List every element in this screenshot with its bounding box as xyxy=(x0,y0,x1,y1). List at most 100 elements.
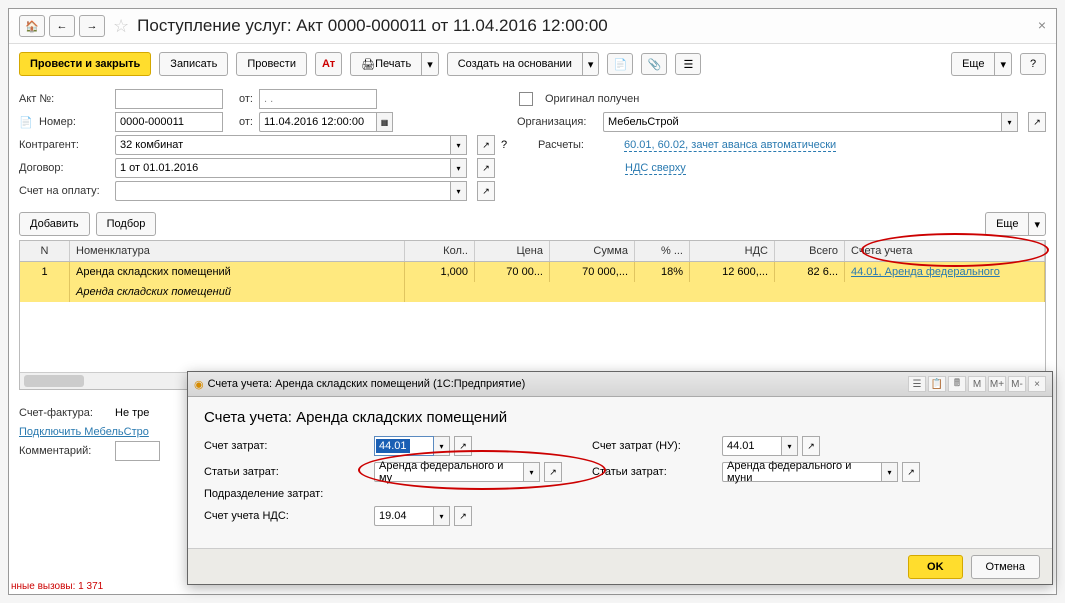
contragent-input[interactable]: 32 комбинат xyxy=(115,135,451,155)
toolbar: Провести и закрыть Записать Провести Ат … xyxy=(9,44,1056,84)
invoice-input[interactable] xyxy=(115,181,451,201)
akt-no-input[interactable] xyxy=(115,89,223,109)
modal-icon-3[interactable]: 🖩 xyxy=(948,376,966,392)
page-title: Поступление услуг: Акт 0000-000011 от 11… xyxy=(137,16,608,36)
nds-link[interactable]: НДС сверху xyxy=(625,162,686,175)
structure-icon[interactable]: 📄 xyxy=(607,53,633,75)
col-quantity[interactable]: Кол.. xyxy=(405,241,475,261)
modal-header: Счета учета: Аренда складских помещений xyxy=(204,409,1036,426)
number-label: Номер: xyxy=(39,116,109,128)
contragent-open[interactable]: ↗ xyxy=(477,135,495,155)
org-dropdown[interactable]: ▾ xyxy=(1002,112,1018,132)
list-icon[interactable]: ☰ xyxy=(675,53,701,75)
sf-value: Не тре xyxy=(115,407,149,419)
create-based-dropdown[interactable]: ▾ xyxy=(582,52,600,76)
org-open-button[interactable]: ↗ xyxy=(1028,112,1046,132)
modal-m-minus[interactable]: M- xyxy=(1008,376,1026,392)
help-button[interactable]: ? xyxy=(1020,53,1046,75)
more-button[interactable]: Еще xyxy=(951,52,994,76)
invoice-label: Счет на оплату: xyxy=(19,185,109,197)
col-nomenclature[interactable]: Номенклатура xyxy=(70,241,405,261)
col-nds[interactable]: НДС xyxy=(690,241,775,261)
contract-input[interactable]: 1 от 01.01.2016 xyxy=(115,158,451,178)
cost-acct-nu-dropdown[interactable]: ▾ xyxy=(782,436,798,456)
nds-acct-input[interactable]: 19.04 xyxy=(374,506,434,526)
invoice-dropdown[interactable]: ▾ xyxy=(451,181,467,201)
cost-items-label2: Статьи затрат: xyxy=(592,466,722,478)
modal-footer: OK Отмена xyxy=(188,548,1052,584)
calc-label: Расчеты: xyxy=(538,139,618,151)
cost-items-input2[interactable]: Аренда федерального и муни xyxy=(722,462,882,482)
nds-acct-label: Счет учета НДС: xyxy=(204,510,374,522)
akt-no-label: Акт №: xyxy=(19,93,109,105)
col-total[interactable]: Всего xyxy=(775,241,845,261)
col-sum[interactable]: Сумма xyxy=(550,241,635,261)
sf-label: Счет-фактура: xyxy=(19,407,109,419)
table-row[interactable]: 1 Аренда складских помещений 1,000 70 00… xyxy=(20,262,1045,282)
akt-date-input[interactable]: . . xyxy=(259,89,377,109)
nds-acct-open[interactable]: ↗ xyxy=(454,506,472,526)
cost-acct-nu-input[interactable]: 44.01 xyxy=(722,436,782,456)
titlebar: 🏠 ← → ☆ Поступление услуг: Акт 0000-0000… xyxy=(9,9,1056,44)
col-pct[interactable]: % ... xyxy=(635,241,690,261)
contract-dropdown[interactable]: ▾ xyxy=(451,158,467,178)
cost-items-dropdown2[interactable]: ▾ xyxy=(882,462,898,482)
contragent-label: Контрагент: xyxy=(19,139,109,151)
cost-acct-label: Счет затрат: xyxy=(204,440,374,452)
cost-acct-nu-label: Счет затрат (НУ): xyxy=(592,440,722,452)
org-label: Организация: xyxy=(517,116,597,128)
main-window: 🏠 ← → ☆ Поступление услуг: Акт 0000-0000… xyxy=(8,8,1057,595)
date-from-label: от: xyxy=(239,116,253,128)
modal-m[interactable]: M xyxy=(968,376,986,392)
modal-m-plus[interactable]: M+ xyxy=(988,376,1006,392)
original-checkbox[interactable] xyxy=(519,92,533,106)
post-and-close-button[interactable]: Провести и закрыть xyxy=(19,52,151,76)
info-icon[interactable]: ? xyxy=(501,139,516,151)
table-more-dropdown[interactable]: ▾ xyxy=(1028,212,1046,236)
modal-icon-2[interactable]: 📋 xyxy=(928,376,946,392)
date-picker-icon[interactable]: ▦ xyxy=(377,112,393,132)
debit-credit-icon[interactable]: Ат xyxy=(315,52,342,76)
print-dropdown[interactable]: ▾ xyxy=(421,52,439,76)
home-button[interactable]: 🏠 xyxy=(19,15,45,37)
create-based-button[interactable]: Создать на основании xyxy=(447,52,582,76)
modal-titlebar-text: Счета учета: Аренда складских помещений … xyxy=(208,378,526,390)
print-button[interactable]: 🖨 Печать xyxy=(350,52,421,76)
table-more-button[interactable]: Еще xyxy=(985,212,1028,236)
forward-button[interactable]: → xyxy=(79,15,105,37)
add-row-button[interactable]: Добавить xyxy=(19,212,90,236)
more-dropdown[interactable]: ▾ xyxy=(994,52,1012,76)
date-input[interactable]: 11.04.2016 12:00:00 xyxy=(259,112,377,132)
modal-close-icon[interactable]: × xyxy=(1028,376,1046,392)
col-price[interactable]: Цена xyxy=(475,241,550,261)
modal-icon-1[interactable]: ☰ xyxy=(908,376,926,392)
nds-acct-dropdown[interactable]: ▾ xyxy=(434,506,450,526)
col-n[interactable]: N xyxy=(20,241,70,261)
akt-from-label: от: xyxy=(239,93,253,105)
ok-button[interactable]: OK xyxy=(908,555,963,579)
post-button[interactable]: Провести xyxy=(236,52,307,76)
cancel-button[interactable]: Отмена xyxy=(971,555,1040,579)
contract-open[interactable]: ↗ xyxy=(477,158,495,178)
attach-icon[interactable]: 📎 xyxy=(641,53,667,75)
back-button[interactable]: ← xyxy=(49,15,75,37)
number-input[interactable]: 0000-000011 xyxy=(115,112,223,132)
comment-input[interactable] xyxy=(115,441,160,461)
select-button[interactable]: Подбор xyxy=(96,212,157,236)
original-label: Оригинал получен xyxy=(545,93,639,105)
contragent-dropdown[interactable]: ▾ xyxy=(451,135,467,155)
org-input[interactable]: МебельСтрой xyxy=(603,112,1002,132)
close-icon[interactable]: × xyxy=(1038,17,1046,33)
contract-label: Договор: xyxy=(19,162,109,174)
app-icon: ◉ xyxy=(194,378,204,391)
save-button[interactable]: Записать xyxy=(159,52,228,76)
favorite-star-icon[interactable]: ☆ xyxy=(113,16,129,37)
form-area: Акт №: от: . . Оригинал получен 📄 Номер:… xyxy=(9,84,1056,206)
calc-link[interactable]: 60.01, 60.02, зачет аванса автоматически xyxy=(624,139,836,152)
cost-items-open2[interactable]: ↗ xyxy=(902,462,920,482)
invoice-open[interactable]: ↗ xyxy=(477,181,495,201)
connect-link[interactable]: Подключить МебельСтро xyxy=(19,426,149,438)
table-row-sub[interactable]: Аренда складских помещений xyxy=(20,282,1045,302)
error-footer: нные вызовы: 1 371 xyxy=(11,581,103,592)
cost-acct-nu-open[interactable]: ↗ xyxy=(802,436,820,456)
